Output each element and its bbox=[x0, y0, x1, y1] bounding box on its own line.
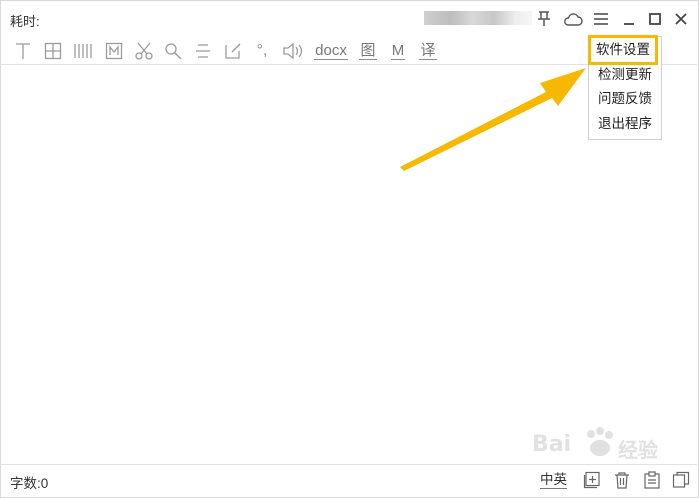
pin-button[interactable] bbox=[533, 8, 555, 30]
docx-label: docx bbox=[314, 42, 348, 60]
cloud-icon bbox=[564, 13, 583, 26]
text-tool-button[interactable] bbox=[12, 38, 34, 64]
docx-export-button[interactable]: docx bbox=[310, 38, 352, 64]
hamburger-icon bbox=[594, 13, 608, 25]
copy-icon bbox=[672, 471, 690, 488]
grid-icon bbox=[44, 42, 62, 60]
trash-icon bbox=[615, 472, 629, 489]
align-tool-button[interactable] bbox=[192, 38, 214, 64]
maximize-button[interactable] bbox=[644, 8, 666, 30]
minimize-icon bbox=[624, 23, 634, 25]
baidu-watermark: Bai 经验 bbox=[510, 420, 685, 470]
scissors-icon bbox=[135, 42, 153, 60]
dropdown-menu: 软件设置 检测更新 问题反馈 退出程序 bbox=[588, 36, 662, 140]
edit-icon bbox=[225, 43, 241, 59]
menu-item-exit[interactable]: 退出程序 bbox=[589, 112, 661, 136]
elapsed-time-label: 耗时: bbox=[10, 14, 40, 29]
delete-button[interactable] bbox=[612, 470, 632, 490]
lang-toggle[interactable]: 中英 bbox=[540, 471, 567, 489]
table-tool-button[interactable] bbox=[42, 38, 64, 64]
close-icon bbox=[675, 13, 687, 25]
add-box-icon bbox=[583, 471, 600, 489]
menu-button[interactable] bbox=[590, 8, 612, 30]
lines-icon bbox=[196, 44, 210, 58]
blurred-region bbox=[424, 11, 532, 25]
maximize-icon bbox=[649, 13, 661, 25]
minimize-button[interactable] bbox=[618, 8, 640, 30]
word-count: 字数:0 bbox=[10, 476, 49, 491]
edit-tool-button[interactable] bbox=[222, 38, 244, 64]
punctuation-tool-button[interactable]: °, bbox=[250, 38, 274, 64]
menu-item-settings[interactable]: 软件设置 bbox=[591, 38, 655, 62]
menu-item-check-update[interactable]: 检测更新 bbox=[589, 63, 661, 87]
paw-icon bbox=[587, 427, 613, 456]
pin-icon bbox=[538, 11, 550, 26]
statusbar-divider bbox=[0, 464, 697, 465]
speaker-icon bbox=[283, 42, 303, 60]
watermark-brand: Bai bbox=[532, 432, 572, 457]
menu-item-feedback[interactable]: 问题反馈 bbox=[589, 87, 661, 111]
m-box-icon bbox=[105, 42, 123, 60]
markdown-tool-button[interactable] bbox=[103, 38, 125, 64]
search-tool-button[interactable] bbox=[162, 38, 184, 64]
copy-button[interactable] bbox=[671, 470, 691, 490]
columns-icon bbox=[74, 44, 92, 58]
annotation-arrow bbox=[400, 68, 586, 171]
add-button[interactable] bbox=[582, 470, 602, 490]
image-button[interactable]: 图 bbox=[358, 38, 378, 64]
watermark-suffix: 经验 bbox=[618, 438, 658, 462]
cut-tool-button[interactable] bbox=[133, 38, 155, 64]
cloud-button[interactable] bbox=[562, 8, 584, 30]
image-label: 图 bbox=[359, 42, 377, 60]
paste-button[interactable] bbox=[642, 470, 662, 490]
search-icon bbox=[165, 43, 182, 60]
columns-tool-button[interactable] bbox=[72, 38, 94, 64]
close-button[interactable] bbox=[670, 8, 692, 30]
text-cursor-icon bbox=[16, 43, 30, 59]
clipboard-icon bbox=[644, 471, 660, 489]
speak-tool-button[interactable] bbox=[281, 38, 305, 64]
degree-comma-icon: °, bbox=[256, 42, 268, 59]
